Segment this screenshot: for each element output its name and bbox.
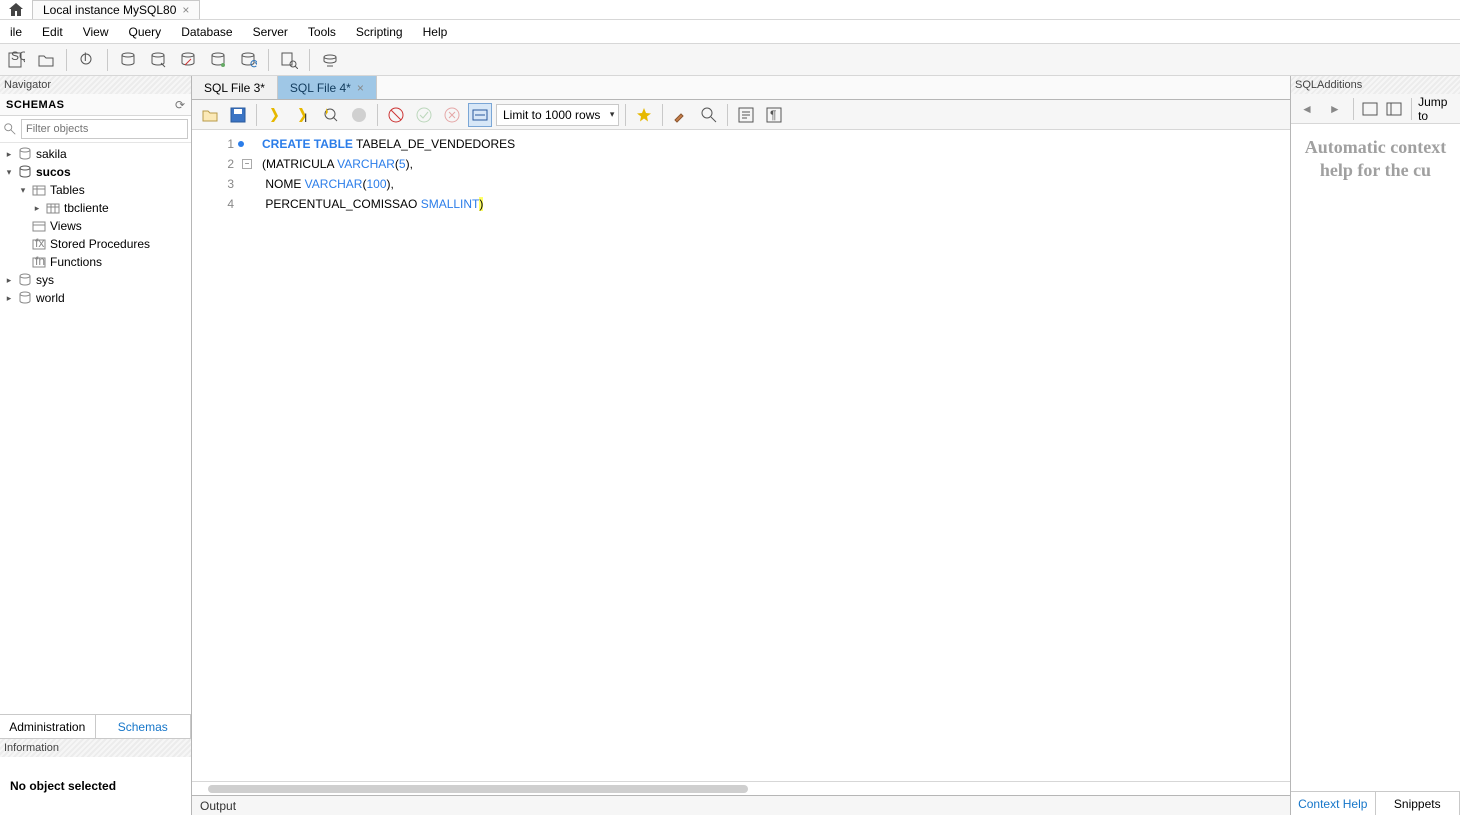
- svg-text:fn: fn: [35, 255, 45, 268]
- refresh-schemas-icon[interactable]: ⟳: [175, 98, 185, 112]
- no-limit-icon[interactable]: [384, 103, 408, 127]
- sql-additions-panel: SQLAdditions ◄ ► Jump to Automatic conte…: [1290, 76, 1460, 815]
- menu-query[interactable]: Query: [119, 21, 172, 43]
- find-icon[interactable]: [697, 103, 721, 127]
- invisible-icon[interactable]: ¶: [762, 103, 786, 127]
- svg-text:i: i: [84, 51, 87, 64]
- svg-text:fx: fx: [35, 237, 44, 250]
- db-icon-3[interactable]: [176, 48, 200, 72]
- navigator-title: Navigator: [0, 76, 191, 94]
- menu-view[interactable]: View: [73, 21, 119, 43]
- sql-tab-2[interactable]: SQL File 4*×: [278, 76, 377, 99]
- db-icon-1[interactable]: [116, 48, 140, 72]
- filter-input[interactable]: [21, 119, 188, 139]
- menu-help[interactable]: Help: [413, 21, 458, 43]
- menu-edit[interactable]: Edit: [32, 21, 73, 43]
- execute-current-icon[interactable]: I: [291, 103, 315, 127]
- schema-tree: ▸sakila ▾sucos ▾Tables ▸tbcliente Views …: [0, 143, 191, 714]
- filter-row: [0, 116, 191, 143]
- menu-scripting[interactable]: Scripting: [346, 21, 413, 43]
- navigator-tabs: Administration Schemas: [0, 714, 191, 738]
- db-icon-4[interactable]: [206, 48, 230, 72]
- sql-additions-title: SQLAdditions: [1291, 76, 1460, 94]
- home-icon[interactable]: [8, 2, 24, 18]
- open-sql-icon[interactable]: [34, 48, 58, 72]
- editor-scrollbar[interactable]: [192, 781, 1290, 795]
- instance-tabbar: Local instance MySQL80 ×: [0, 0, 1460, 20]
- explain-icon[interactable]: [319, 103, 343, 127]
- right-body: Automatic context help for the cu: [1291, 124, 1460, 791]
- menu-tools[interactable]: Tools: [298, 21, 346, 43]
- jump-to-label[interactable]: Jump to: [1418, 95, 1456, 123]
- sql-tabs: SQL File 3* SQL File 4*×: [192, 76, 1290, 100]
- instance-tab[interactable]: Local instance MySQL80 ×: [32, 0, 200, 19]
- tab-context-help[interactable]: Context Help: [1291, 792, 1376, 815]
- inspector-icon[interactable]: i: [75, 48, 99, 72]
- instance-tab-label: Local instance MySQL80: [43, 3, 176, 17]
- db-icon-5[interactable]: ⟳: [236, 48, 260, 72]
- main-toolbar: SQL i ⟳: [0, 44, 1460, 76]
- autocommit-icon[interactable]: [468, 103, 492, 127]
- save-file-icon[interactable]: [226, 103, 250, 127]
- beautify-icon[interactable]: [632, 103, 656, 127]
- information-panel: Information No object selected: [0, 738, 191, 815]
- db-icon-2[interactable]: [146, 48, 170, 72]
- navigator-panel: Navigator SCHEMAS ⟳ ▸sakila ▾sucos ▾Tabl…: [0, 76, 192, 815]
- schemas-label: SCHEMAS: [6, 99, 65, 111]
- editor-toolbar: I Limit to 1000 rows ¶: [192, 100, 1290, 130]
- right-tool-2-icon[interactable]: [1384, 97, 1406, 121]
- folder-stored-procedures[interactable]: fxStored Procedures: [0, 235, 191, 253]
- rollback-icon[interactable]: [440, 103, 464, 127]
- open-file-icon[interactable]: [198, 103, 222, 127]
- code-area[interactable]: CREATE TABLE TABELA_DE_VENDEDORES (MATRI…: [240, 130, 515, 781]
- search-icon: [3, 122, 17, 136]
- menu-file[interactable]: ile: [0, 21, 32, 43]
- stop-icon[interactable]: [347, 103, 371, 127]
- tab-snippets[interactable]: Snippets: [1376, 792, 1460, 815]
- search-db-icon[interactable]: [277, 48, 301, 72]
- right-tabs: Context Help Snippets: [1291, 791, 1460, 815]
- close-instance-icon[interactable]: ×: [182, 3, 189, 17]
- gutter: 1 2− 3 4: [192, 130, 240, 781]
- menubar: ile Edit View Query Database Server Tool…: [0, 20, 1460, 44]
- svg-text:¶: ¶: [770, 108, 776, 122]
- folder-functions[interactable]: fnFunctions: [0, 253, 191, 271]
- folder-tables[interactable]: ▾Tables: [0, 181, 191, 199]
- dashboard-icon[interactable]: [318, 48, 342, 72]
- sql-tab-1[interactable]: SQL File 3*: [192, 76, 278, 99]
- nav-forward-icon[interactable]: ►: [1323, 102, 1347, 116]
- menu-database[interactable]: Database: [171, 21, 242, 43]
- right-tool-1-icon[interactable]: [1360, 97, 1380, 121]
- schemas-bar: SCHEMAS ⟳: [0, 94, 191, 116]
- editor-area: SQL File 3* SQL File 4*× I Limit to 1000…: [192, 76, 1290, 815]
- execute-icon[interactable]: [263, 103, 287, 127]
- brush-icon[interactable]: [669, 103, 693, 127]
- svg-text:⟳: ⟳: [250, 57, 257, 69]
- schema-world[interactable]: ▸world: [0, 289, 191, 307]
- schema-sucos[interactable]: ▾sucos: [0, 163, 191, 181]
- folder-views[interactable]: Views: [0, 217, 191, 235]
- table-tbcliente[interactable]: ▸tbcliente: [0, 199, 191, 217]
- commit-icon[interactable]: [412, 103, 436, 127]
- context-help-placeholder: Automatic context help for the cu: [1297, 136, 1454, 181]
- information-body: No object selected: [0, 757, 191, 815]
- tab-administration[interactable]: Administration: [0, 715, 96, 738]
- close-tab-icon[interactable]: ×: [357, 81, 364, 95]
- right-toolbar: ◄ ► Jump to: [1291, 94, 1460, 124]
- sql-editor[interactable]: 1 2− 3 4 CREATE TABLE TABELA_DE_VENDEDOR…: [192, 130, 1290, 781]
- tab-schemas[interactable]: Schemas: [96, 715, 192, 738]
- output-bar: Output: [192, 795, 1290, 815]
- schema-sakila[interactable]: ▸sakila: [0, 145, 191, 163]
- menu-server[interactable]: Server: [243, 21, 298, 43]
- svg-text:SQL: SQL: [11, 51, 25, 63]
- information-title: Information: [0, 739, 191, 757]
- nav-back-icon[interactable]: ◄: [1295, 102, 1319, 116]
- svg-text:I: I: [304, 111, 307, 124]
- limit-select[interactable]: Limit to 1000 rows: [496, 104, 619, 126]
- new-sql-icon[interactable]: SQL: [4, 48, 28, 72]
- schema-sys[interactable]: ▸sys: [0, 271, 191, 289]
- wrap-icon[interactable]: [734, 103, 758, 127]
